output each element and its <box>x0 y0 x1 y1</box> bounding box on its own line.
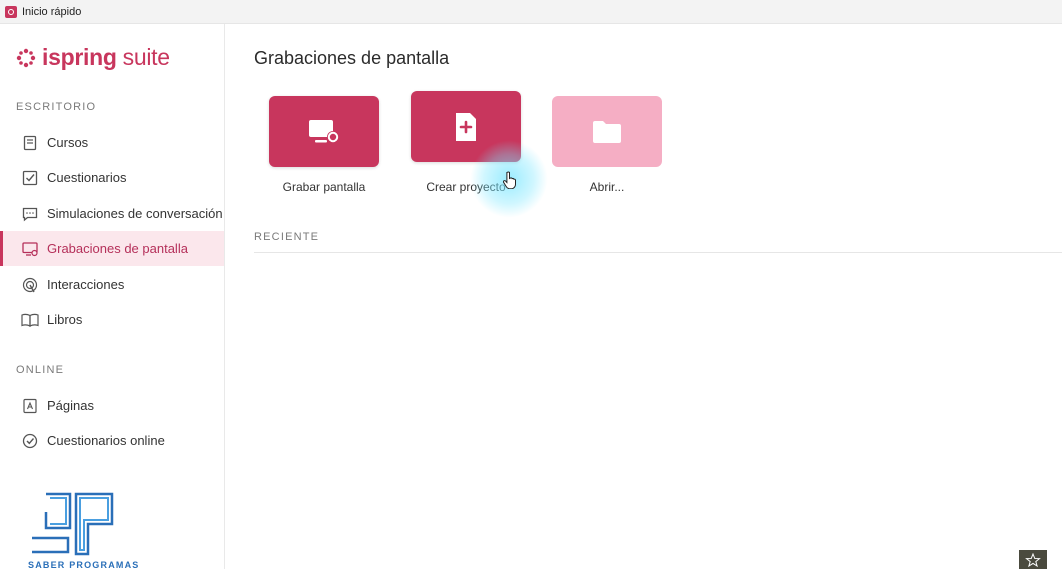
logo-suite: suite <box>122 44 170 70</box>
sidebar-item-label: Libros <box>47 312 83 327</box>
recent-divider <box>254 252 1062 253</box>
screen-record-icon <box>21 240 39 258</box>
logo-text: ispring suite <box>42 44 170 71</box>
check-circle-icon <box>21 432 39 450</box>
sidebar-item-label: Cuestionarios <box>47 170 127 185</box>
main-content: Grabaciones de pantalla Grabar pantalla … <box>225 24 1062 569</box>
sidebar-item-label: Simulaciones de conversación <box>47 206 223 221</box>
sidebar-item-paginas[interactable]: Páginas <box>0 388 224 423</box>
sidebar-item-simulaciones[interactable]: Simulaciones de conversación <box>0 196 224 231</box>
action-label: Grabar pantalla <box>282 180 366 194</box>
ispring-logo-icon <box>16 48 36 67</box>
window-title: Inicio rápido <box>22 5 82 18</box>
sidebar-item-libros[interactable]: Libros <box>0 302 224 337</box>
record-screen-icon <box>309 119 339 143</box>
folder-icon <box>593 120 621 143</box>
section-label-online: ONLINE <box>16 364 65 376</box>
touch-icon <box>21 276 39 294</box>
logo-ispring: ispring <box>42 44 117 70</box>
sidebar-item-cuestionarios[interactable]: Cuestionarios <box>0 160 224 195</box>
logo: ispring suite <box>16 44 170 71</box>
star-badge-icon <box>1019 550 1047 569</box>
sidebar-item-interacciones[interactable]: Interacciones <box>0 267 224 302</box>
sidebar-item-label: Cuestionarios online <box>47 433 165 448</box>
sidebar-item-label: Cursos <box>47 135 89 150</box>
new-file-icon <box>456 112 476 141</box>
create-project-tile[interactable] <box>411 91 521 162</box>
open-button[interactable]: Abrir... <box>552 96 662 194</box>
sidebar-item-label: Páginas <box>47 398 94 413</box>
open-tile[interactable] <box>552 96 662 167</box>
sidebar-item-cursos[interactable]: Cursos <box>0 125 224 160</box>
watermark-logo: SABER PROGRAMAS <box>28 492 138 570</box>
chat-icon <box>21 205 39 223</box>
recent-section-label: RECIENTE <box>254 231 320 243</box>
open-book-icon <box>21 311 39 329</box>
sidebar: ispring suite ESCRITORIO Cursos Cuestion… <box>0 24 225 570</box>
record-screen-tile[interactable] <box>269 96 379 167</box>
sidebar-item-label: Grabaciones de pantalla <box>47 241 188 256</box>
page-title: Grabaciones de pantalla <box>254 48 450 68</box>
book-icon <box>21 134 39 152</box>
title-bar: Inicio rápido <box>0 0 1062 24</box>
sidebar-item-grabaciones[interactable]: Grabaciones de pantalla <box>0 231 224 266</box>
hand-cursor-icon <box>502 171 517 194</box>
action-label: Abrir... <box>589 180 625 194</box>
page-icon <box>21 397 39 415</box>
sidebar-item-cuestionarios-online[interactable]: Cuestionarios online <box>0 423 224 458</box>
checkbox-icon <box>21 169 39 187</box>
app-icon <box>5 5 17 18</box>
saber-programas-logo-icon <box>32 492 114 556</box>
sidebar-item-label: Interacciones <box>47 277 125 292</box>
record-screen-button[interactable]: Grabar pantalla <box>269 96 379 194</box>
section-label-escritorio: ESCRITORIO <box>16 101 97 113</box>
